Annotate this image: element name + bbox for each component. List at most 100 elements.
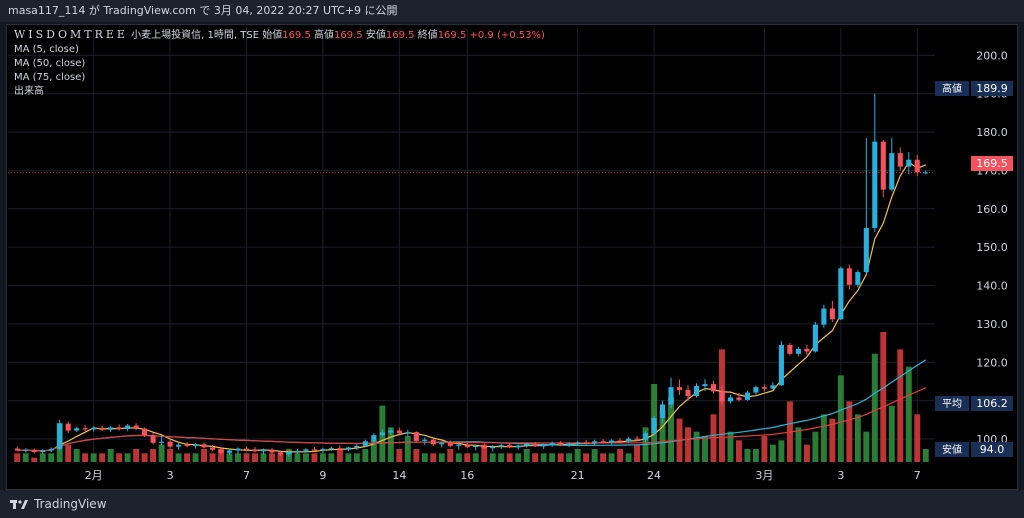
candle-body: [524, 443, 530, 446]
candle-body: [31, 449, 37, 453]
volume-bar: [133, 449, 140, 462]
volume-bar: [455, 453, 462, 462]
candle-body: [133, 425, 139, 429]
volume-bar: [353, 453, 360, 462]
volume-bar: [107, 449, 114, 462]
candle-body: [753, 387, 759, 393]
candle: [897, 147, 903, 171]
volume-bar: [150, 449, 157, 462]
volume-bar: [404, 436, 411, 462]
candle-body: [855, 272, 861, 285]
candle-body: [328, 448, 334, 450]
candle-body: [218, 449, 224, 453]
legend-ma50[interactable]: MA (50, close): [14, 57, 545, 71]
legend-ma75[interactable]: MA (75, close): [14, 71, 545, 85]
candle: [498, 443, 504, 449]
candle-body: [464, 444, 470, 448]
candle: [464, 442, 470, 449]
candle-body: [634, 438, 640, 440]
avg-tag-label: 平均: [942, 398, 962, 410]
volume-bar: [294, 453, 301, 462]
candle-body: [558, 442, 564, 446]
high-label: 高値: [314, 30, 335, 41]
volume-bar: [549, 453, 556, 462]
candle: [804, 344, 810, 355]
candle-body: [74, 428, 80, 431]
volume-bar: [625, 453, 632, 462]
candle: [82, 425, 88, 432]
volume-bar: [863, 431, 870, 462]
candle-body: [609, 440, 615, 443]
candle-body: [744, 392, 750, 400]
volume-bar: [634, 444, 641, 462]
candle: [787, 343, 793, 356]
volume-bar: [311, 453, 318, 462]
candle-body: [507, 445, 513, 448]
volume-bar: [396, 449, 403, 462]
legend-volume[interactable]: 出来高: [14, 85, 545, 99]
volume-bar: [803, 444, 810, 462]
candle-body: [600, 441, 606, 443]
candle-body: [286, 452, 292, 455]
candle: [201, 442, 207, 449]
volume-bar: [922, 449, 929, 462]
candle: [609, 439, 615, 445]
candle-body: [770, 385, 776, 389]
candle-body: [277, 452, 284, 455]
y-tick-label: 150.0: [976, 241, 1008, 254]
chart-legend: WISDOMTREE 小麦上場投資信, 1時間, TSE 始値169.5 高値1…: [14, 28, 545, 99]
volume-bar: [413, 449, 420, 462]
volume-bar: [778, 440, 785, 462]
volume-bar: [880, 332, 887, 462]
volume-bar: [557, 453, 564, 462]
x-tick-label: 7: [243, 469, 250, 482]
candle: [320, 447, 326, 454]
candle: [269, 448, 275, 454]
candle: [880, 139, 886, 198]
time-axis[interactable]: 2月 3 7 9 14 16 21 24 3月 3 7: [85, 469, 921, 482]
volume-bar: [897, 349, 904, 462]
candle-body: [354, 445, 360, 448]
candle: [252, 447, 258, 453]
candle-body: [48, 448, 54, 451]
candle-body: [583, 442, 589, 444]
candle: [676, 379, 683, 395]
candle: [744, 390, 750, 401]
price-axis[interactable]: 200.0190.0180.0170.0160.0150.0140.0130.0…: [976, 49, 1008, 446]
volume-bar: [769, 444, 776, 462]
volume-bar: [116, 453, 123, 462]
volume-bar: [167, 449, 174, 462]
candle-body: [209, 447, 216, 450]
low-tag-label: 安値: [942, 443, 962, 456]
volume-bar: [914, 414, 921, 462]
low-label: 安値: [365, 30, 386, 41]
candle: [91, 426, 97, 432]
candle: [812, 321, 818, 353]
x-tick-label: 24: [647, 469, 661, 482]
x-tick-label: 16: [460, 469, 474, 482]
symbol-name[interactable]: WISDOMTREE: [14, 28, 128, 41]
candle: [345, 446, 351, 452]
high-tag-label: 高値: [942, 82, 962, 95]
open-label: 始値: [262, 30, 283, 41]
volume-bar: [184, 453, 191, 462]
candle: [125, 424, 131, 432]
candle-body: [40, 450, 46, 453]
volume-bar: [583, 453, 590, 462]
tradingview-logo[interactable]: TradingView: [10, 490, 107, 518]
volume-bar: [685, 427, 691, 462]
legend-ma5[interactable]: MA (5, close): [14, 43, 545, 57]
candle: [413, 431, 419, 443]
volume-bar: [820, 414, 827, 462]
candle: [855, 270, 861, 288]
candle-body: [430, 439, 436, 445]
volume-bar: [591, 449, 598, 462]
candle: [778, 341, 784, 387]
candle: [31, 448, 37, 454]
candle-body: [269, 449, 275, 453]
candle: [761, 384, 767, 392]
candle: [770, 382, 776, 390]
candle: [405, 429, 411, 437]
candle-body: [311, 449, 317, 451]
candle-body: [736, 397, 742, 400]
